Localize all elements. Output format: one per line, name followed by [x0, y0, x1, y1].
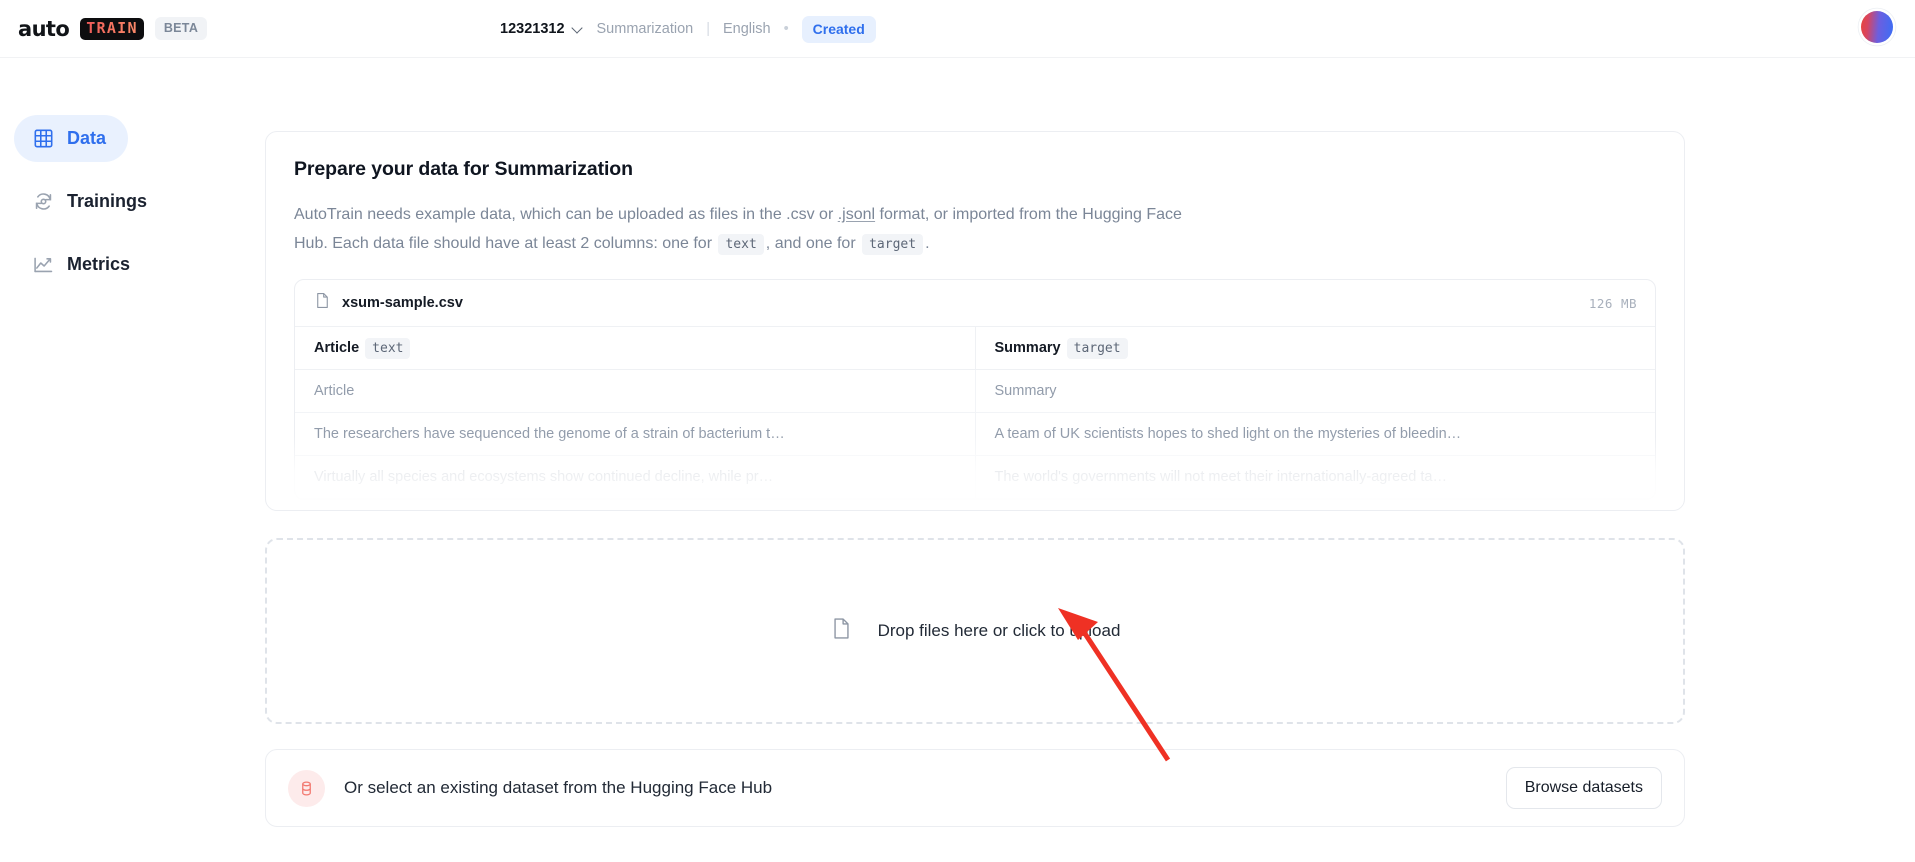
- table-cell: The world's governments will not meet th…: [975, 455, 1655, 499]
- refresh-cycle-icon: [33, 191, 54, 212]
- top-bar: auto TRAIN BETA 12321312 Summarization |…: [0, 0, 1915, 58]
- file-name-label: xsum-sample.csv: [342, 295, 463, 311]
- table-cell: A team of UK scientists hopes to shed li…: [975, 412, 1655, 456]
- file-size-label: 126 MB: [1588, 295, 1637, 311]
- column-type-badge: target: [1066, 338, 1128, 359]
- file-icon: [830, 617, 853, 645]
- project-selector[interactable]: 12321312: [500, 21, 584, 37]
- data-preview-table: Article text Summary target Article Summ…: [295, 327, 1655, 499]
- jsonl-format-text: .jsonl: [837, 206, 876, 223]
- app-logo[interactable]: auto TRAIN BETA: [18, 16, 208, 41]
- grid-icon: [33, 128, 54, 149]
- logo-auto-text: auto: [18, 16, 70, 41]
- sidebar-item-metrics[interactable]: Metrics: [14, 241, 152, 288]
- logo-train-text: TRAIN: [86, 18, 138, 37]
- description-part-1: AutoTrain needs example data, which can …: [294, 206, 838, 223]
- main-content: Prepare your data for Summarization Auto…: [265, 58, 1915, 862]
- project-meta: 12321312 Summarization | English • Creat…: [500, 0, 876, 58]
- table-header-label: Article: [314, 340, 360, 356]
- code-text-column: text: [718, 234, 764, 255]
- beta-badge: BETA: [154, 17, 208, 40]
- task-label: Summarization: [596, 21, 694, 37]
- project-name-label: 12321312: [500, 21, 565, 37]
- meta-dot: •: [783, 21, 789, 37]
- dropzone-label: Drop files here or click to upload: [877, 621, 1121, 640]
- file-icon: [314, 292, 331, 314]
- sidebar-item-trainings[interactable]: Trainings: [14, 178, 169, 225]
- description-text: AutoTrain needs example data, which can …: [294, 200, 1219, 259]
- table-cell: The researchers have sequenced the genom…: [295, 412, 976, 456]
- table-cell: Summary: [975, 369, 1655, 413]
- file-preview-box: xsum-sample.csv 126 MB Article text Summ…: [294, 279, 1656, 500]
- table-header-article: Article text: [295, 327, 976, 370]
- sidebar: Data Trainings Metrics: [0, 58, 265, 862]
- table-header-row: Article text Summary target: [295, 327, 1655, 370]
- browse-datasets-button[interactable]: Browse datasets: [1505, 767, 1662, 809]
- table-cell: Article: [295, 369, 976, 413]
- file-dropzone[interactable]: Drop files here or click to upload: [265, 538, 1685, 724]
- line-chart-icon: [33, 254, 54, 275]
- page-title: Prepare your data for Summarization: [294, 158, 633, 180]
- file-preview-header: xsum-sample.csv 126 MB: [295, 280, 1655, 327]
- sidebar-item-label: Metrics: [67, 254, 131, 274]
- chevron-down-icon: [573, 23, 584, 34]
- language-label: English: [723, 21, 771, 37]
- sidebar-item-data[interactable]: Data: [14, 115, 129, 162]
- table-row: The researchers have sequenced the genom…: [295, 412, 1655, 456]
- table-cell: Virtually all species and ecosystems sho…: [295, 455, 976, 499]
- table-row: Virtually all species and ecosystems sho…: [295, 455, 1655, 499]
- prepare-data-card: Prepare your data for Summarization Auto…: [265, 131, 1685, 511]
- column-type-badge: text: [365, 338, 411, 359]
- table-header-summary: Summary target: [975, 327, 1655, 370]
- hub-dataset-label: Or select an existing dataset from the H…: [344, 778, 773, 797]
- logo-train-box: TRAIN: [80, 17, 144, 40]
- database-icon: [288, 769, 325, 807]
- table-row: Article Summary: [295, 369, 1655, 413]
- meta-separator: |: [706, 21, 710, 37]
- page-body: Data Trainings Metrics Prepare your data…: [0, 58, 1915, 862]
- description-part-4: .: [925, 235, 930, 252]
- status-badge: Created: [801, 15, 876, 43]
- table-header-label: Summary: [994, 340, 1061, 356]
- code-target-column: target: [862, 234, 924, 255]
- sidebar-item-label: Trainings: [67, 191, 148, 211]
- description-part-3: , and one for: [765, 235, 861, 252]
- hub-dataset-bar: Or select an existing dataset from the H…: [265, 749, 1685, 827]
- avatar[interactable]: [1861, 11, 1893, 43]
- sidebar-item-label: Data: [67, 128, 107, 148]
